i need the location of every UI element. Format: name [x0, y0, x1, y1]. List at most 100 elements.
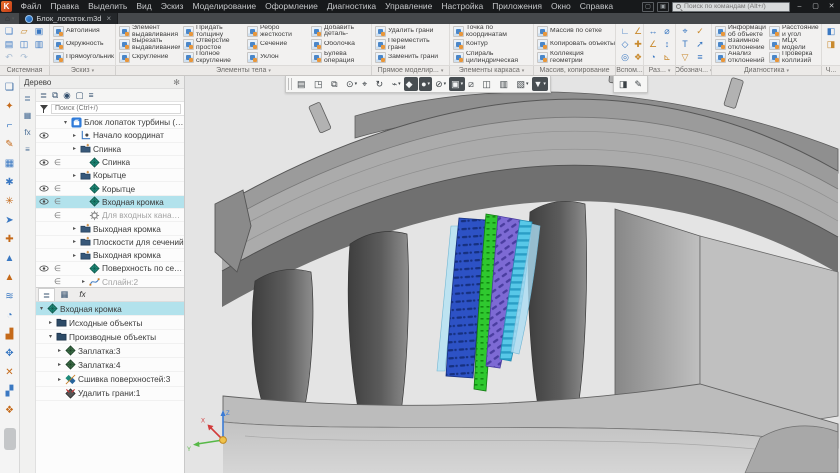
expand-arrow-icon[interactable]: ▸ — [49, 319, 56, 326]
ribbon-command[interactable]: Добавить деталь-заготов... — [308, 25, 372, 38]
ribbon-command[interactable]: Ребро жесткости — [244, 25, 308, 38]
tree-row[interactable]: ∈ Поверхность по сети кривых:9 — [36, 262, 184, 275]
star-tool-icon[interactable]: ✥ — [1, 344, 19, 363]
leader-icon[interactable]: ➚ — [693, 38, 707, 51]
ribbon-command[interactable]: Расстояние и угол — [766, 25, 820, 38]
tree-row[interactable]: ▸ Сшивка поверхностей:3 — [36, 372, 184, 386]
tree-row[interactable]: ∈ ▸ Начало координат — [36, 129, 184, 142]
interface-layout-icon[interactable]: ▢ — [642, 2, 654, 12]
ribbon-command[interactable]: Переместить грани — [372, 38, 449, 51]
tree-select-icon[interactable]: ▢ — [76, 89, 84, 102]
dropdown-caret-icon[interactable]: ▾ — [398, 81, 401, 87]
group-caret-icon[interactable]: ▾ — [441, 68, 444, 74]
menu-item[interactable]: Вид — [132, 0, 156, 13]
add-tool-icon[interactable]: ✚ — [1, 230, 19, 249]
drawing-view-icon[interactable]: ◧ — [824, 25, 838, 38]
expand-arrow-icon[interactable]: ▸ — [58, 361, 65, 368]
expand-arrow-icon[interactable]: ▸ — [73, 252, 80, 259]
ribbon-command[interactable]: Булева операция — [308, 51, 372, 64]
tree-relations-icon[interactable]: ⧉ — [52, 89, 58, 102]
tree-row[interactable]: ▾ Входная кромка — [36, 302, 184, 316]
tree-row[interactable]: ∈ ▸ Выходная кромка — [36, 249, 184, 262]
expand-arrow-icon[interactable]: ▸ — [82, 278, 89, 285]
tree-search-icon[interactable]: ◉ — [63, 89, 70, 102]
expand-arrow-icon[interactable]: ▾ — [64, 119, 71, 126]
subtab-fx[interactable]: fx — [74, 288, 91, 301]
minimize-button[interactable]: – — [793, 1, 806, 12]
menu-item[interactable]: Окно — [546, 0, 575, 13]
group-caret-icon[interactable]: ▾ — [787, 68, 790, 74]
prism-tool-icon[interactable]: ▲ — [1, 249, 19, 268]
angle-dimension-icon[interactable]: ∠ — [646, 38, 660, 51]
subtab-structure[interactable]: ≣ — [38, 288, 55, 301]
undo-icon[interactable]: ↶ — [2, 51, 16, 64]
expand-arrow-icon[interactable]: ▾ — [40, 305, 47, 312]
dropdown-caret-icon[interactable]: ▾ — [355, 81, 358, 87]
direction-tool-icon[interactable]: ➤ — [1, 211, 19, 230]
selection-mode-icon[interactable]: ▣ ▾ — [449, 77, 465, 91]
print-icon[interactable]: ▤ — [2, 38, 16, 51]
subtab-composition[interactable]: ▦ — [56, 288, 73, 301]
ribbon-command[interactable]: Окружность — [50, 38, 114, 51]
ribbon-command[interactable]: Копировать объекты — [534, 38, 615, 51]
menu-item[interactable]: Правка — [46, 0, 84, 13]
gauge-tool-icon[interactable]: ◔ — [1, 306, 19, 325]
gear-icon[interactable]: ✻ — [173, 78, 180, 87]
panel-tab-list[interactable]: ≡ — [21, 142, 35, 156]
datum-icon[interactable]: ⌖ — [678, 25, 692, 38]
ribbon-command[interactable]: Отверстие простое — [180, 38, 244, 51]
placement-plane-icon[interactable]: ◳ ▾ — [312, 77, 328, 91]
new-document-icon[interactable]: ❏ — [2, 25, 16, 38]
zoom-icon[interactable]: ⊙ ▾ — [344, 77, 359, 91]
tree-row[interactable]: ∈ ▾ Блок лопаток турбины (Тел-2) — [36, 116, 184, 129]
wave-tool-icon[interactable]: ≋ — [1, 287, 19, 306]
ribbon-command[interactable]: Вырезать выдавливанием — [116, 38, 180, 51]
turbine-blade-block-model[interactable]: Z X Y — [185, 76, 840, 473]
rotate-view-icon[interactable]: ↻ ▾ — [374, 77, 389, 91]
home-tab[interactable]: ⌂ ▾ — [0, 13, 19, 24]
toolbar-drag-handle[interactable] — [288, 78, 292, 90]
dropdown-caret-icon[interactable]: ▾ — [444, 81, 447, 87]
tree-layers-icon[interactable]: ≡ — [89, 89, 94, 102]
quick-config-icon[interactable]: ▣ — [657, 2, 669, 12]
group-caret-icon[interactable]: ▾ — [668, 68, 671, 74]
clip-box-icon[interactable]: ◫ ▾ — [480, 77, 496, 91]
component-tool-icon[interactable]: ❑ — [1, 78, 19, 97]
ribbon-command[interactable]: МЦХ модели — [766, 38, 820, 51]
graphics-area[interactable]: Z X Y ▤ ▾ ◳ — [185, 76, 840, 473]
dropdown-caret-icon[interactable]: ▾ — [461, 81, 464, 87]
clip-plane-icon[interactable]: ⧄ ▾ — [466, 77, 479, 91]
menu-item[interactable]: Настройка — [437, 0, 488, 13]
settings-tool-icon[interactable]: ✱ — [1, 173, 19, 192]
visibility-eye-icon[interactable] — [36, 159, 51, 166]
group-caret-icon[interactable]: ▾ — [92, 68, 95, 74]
expand-arrow-icon[interactable]: ▸ — [58, 376, 65, 383]
tree-row[interactable]: ▾ Производные объекты — [36, 330, 184, 344]
ribbon-command[interactable]: Проверка коллизий — [766, 51, 820, 64]
gem-tool-icon[interactable]: ❖ — [1, 401, 19, 420]
menu-item[interactable]: Оформление — [261, 0, 323, 13]
menu-item[interactable]: Моделирование — [188, 0, 261, 13]
display-mode-icon[interactable]: ◆ ▾ — [404, 77, 418, 91]
expand-arrow-icon[interactable]: ▸ — [73, 238, 80, 245]
restore-button[interactable]: ▢ — [809, 1, 822, 12]
tree-row[interactable]: ∈ ▸ Выходная кромка — [36, 222, 184, 235]
expand-arrow-icon[interactable]: ▸ — [73, 132, 80, 139]
aux-axis-icon[interactable]: ∠ — [631, 25, 645, 38]
dock-panel-icon[interactable]: ▤ ▾ — [295, 77, 311, 91]
tree-row[interactable]: ∈ ▸ Спинка — [36, 143, 184, 156]
sketch-tool-icon[interactable]: ✦ — [1, 97, 19, 116]
stamp-icon[interactable]: ▧ ▾ — [514, 77, 530, 91]
tree-row[interactable]: ∈ Спинка — [36, 156, 184, 169]
ribbon-command[interactable]: Удалить грани — [372, 25, 449, 38]
ribbon-command[interactable]: Уклон — [244, 51, 308, 64]
tree-row[interactable]: Удалить грани:1 — [36, 387, 184, 401]
zones-icon[interactable]: ▥ ▾ — [497, 77, 513, 91]
open-document-icon[interactable]: ▱ — [17, 25, 31, 38]
ribbon-command[interactable]: Анализ отклонений — [712, 51, 766, 64]
group-caret-icon[interactable]: ▾ — [522, 68, 525, 74]
drawing-layout-icon[interactable]: ◨ — [824, 38, 838, 51]
tree-search-input[interactable] — [51, 104, 181, 114]
tree-row[interactable]: ∈ Входная кромка — [36, 196, 184, 209]
roughness-icon[interactable]: ✓ — [693, 25, 707, 38]
